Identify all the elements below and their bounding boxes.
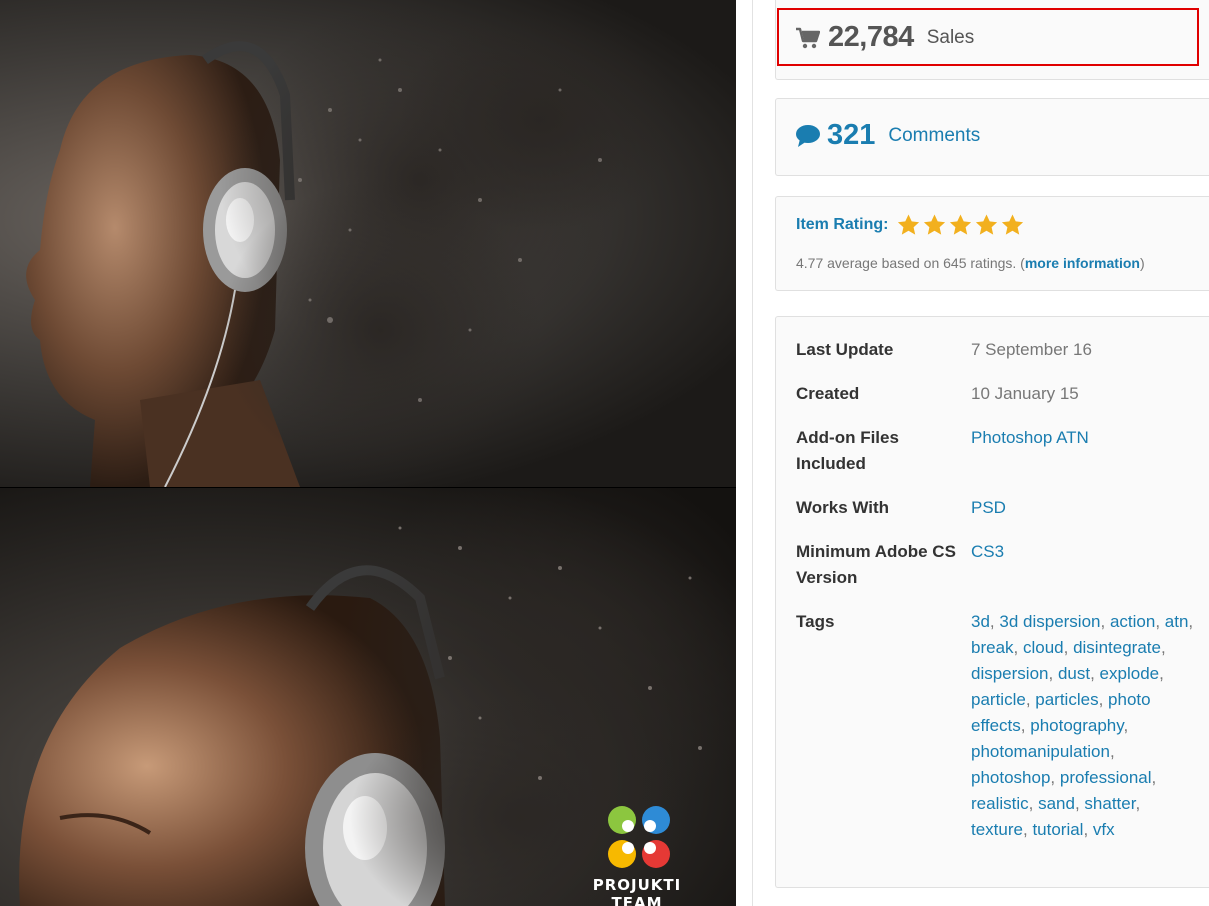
tag-link[interactable]: professional	[1060, 768, 1152, 787]
attribute-key: Works With	[796, 498, 890, 517]
item-preview-image[interactable]: PROJUKTI TEAM	[0, 0, 736, 906]
tag-link[interactable]: break	[971, 638, 1014, 657]
star-icon	[950, 214, 972, 235]
rating-summary-close: )	[1139, 255, 1145, 271]
more-information-link[interactable]: more information	[1025, 255, 1140, 271]
star-icon	[1002, 214, 1024, 235]
tag-link[interactable]: cloud	[1023, 638, 1064, 657]
tag-link[interactable]: dispersion	[971, 664, 1049, 683]
tag-link[interactable]: explode	[1100, 664, 1160, 683]
projukti-logo-icon	[608, 806, 670, 868]
attribute-key: Add-on Files Included	[796, 428, 899, 473]
tag-link[interactable]: action	[1110, 612, 1155, 631]
tag-link[interactable]: photomanipulation	[971, 742, 1110, 761]
tag-link[interactable]: dust	[1058, 664, 1090, 683]
preview-panel-top	[0, 0, 736, 487]
rating-summary: 4.77 average based on 645 ratings. (more…	[796, 255, 1145, 271]
tag-link[interactable]: shatter	[1084, 794, 1135, 813]
tag-link[interactable]: disintegrate	[1073, 638, 1161, 657]
item-attributes-box: Last Update 7 September 16 Created 10 Ja…	[775, 316, 1209, 888]
portrait-illustration-top	[26, 0, 680, 487]
rating-summary-text: 4.77 average based on 645 ratings. (	[796, 255, 1025, 271]
speech-bubble-icon	[796, 124, 820, 147]
watermark-text: PROJUKTI TEAM	[592, 876, 682, 906]
attribute-value: 10 January 15	[971, 384, 1079, 403]
tag-link[interactable]: particle	[971, 690, 1026, 709]
attribute-value-link[interactable]: CS3	[971, 539, 1196, 565]
attribute-value-link[interactable]: PSD	[971, 495, 1196, 521]
star-icon	[898, 214, 920, 235]
comments-label[interactable]: Comments	[888, 125, 980, 147]
attribute-key: Tags	[796, 612, 835, 631]
tag-link[interactable]: tutorial	[1032, 820, 1083, 839]
comments-link[interactable]: 321 Comments	[796, 119, 980, 152]
star-icon	[976, 214, 998, 235]
tag-link[interactable]: realistic	[971, 794, 1029, 813]
attribute-key: Created	[796, 384, 860, 403]
tag-link[interactable]: vfx	[1093, 820, 1115, 839]
tag-link[interactable]: 3d	[971, 612, 990, 631]
star-icon	[924, 214, 946, 235]
tag-link[interactable]: 3d dispersion	[999, 612, 1100, 631]
rating-box: Item Rating: 4.77 average based on 645 r…	[775, 196, 1209, 291]
comments-box[interactable]: 321 Comments	[775, 98, 1209, 176]
rating-header: Item Rating:	[796, 213, 1025, 237]
sidebar-divider	[752, 0, 753, 906]
attribute-key: Last Update	[796, 340, 894, 359]
tag-list: 3d, 3d dispersion, action, atn, break, c…	[971, 612, 1194, 839]
sales-highlight-box	[777, 8, 1199, 66]
comments-count[interactable]: 321	[827, 119, 875, 152]
star-rating	[896, 213, 1025, 237]
tag-link[interactable]: photography	[1030, 716, 1123, 735]
attribute-key: Minimum Adobe CS Version	[796, 542, 956, 587]
rating-label: Item Rating:	[796, 216, 889, 233]
attribute-value-link[interactable]: Photoshop ATN	[971, 425, 1196, 451]
tag-link[interactable]: texture	[971, 820, 1023, 839]
tag-link[interactable]: photoshop	[971, 768, 1050, 787]
attribute-value: 7 September 16	[971, 340, 1092, 359]
tag-link[interactable]: sand	[1038, 794, 1075, 813]
tag-link[interactable]: atn	[1165, 612, 1189, 631]
tag-link[interactable]: particles	[1035, 690, 1098, 709]
